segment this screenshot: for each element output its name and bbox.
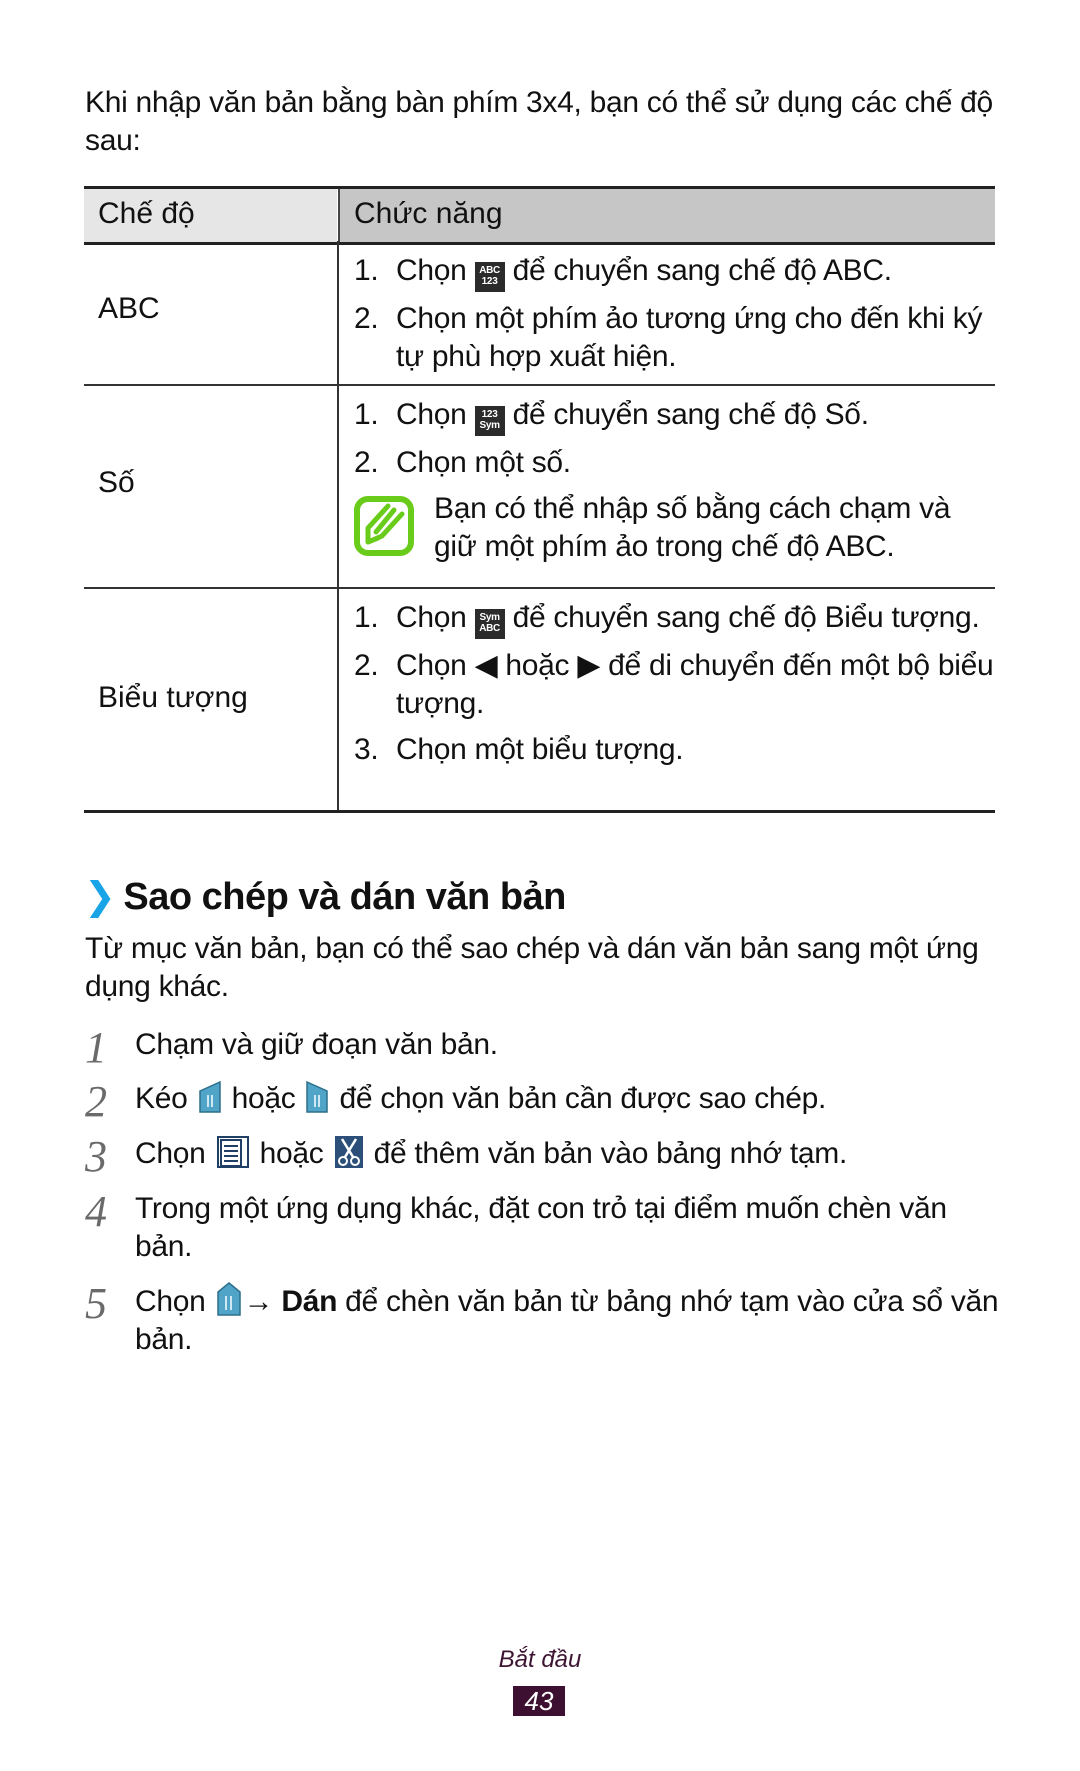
note-text: Bạn có thể nhập số bằng cách chạm và giữ… <box>434 492 951 563</box>
step-number: 5 <box>85 1279 107 1328</box>
list-item: 2. Chọn một số. <box>354 446 571 479</box>
section-title: Sao chép và dán văn bản <box>123 876 566 918</box>
list-item: 1. Chọn Sym ABC để chuyển sang chế độ Biể… <box>354 599 995 639</box>
step-number: 2 <box>85 1077 107 1126</box>
section-intro: Từ mục văn bản, bạn có thể sao chép và d… <box>85 932 979 1003</box>
cut-icon <box>334 1136 363 1168</box>
mode-label: Biểu tượng <box>98 681 248 714</box>
123-sym-key-icon: 123 Sym <box>474 406 505 436</box>
left-arrow-icon: ◀ <box>474 649 498 682</box>
list-item: 2. Chọn ◀ hoặc ▶ để di chuyển đến một bộ… <box>354 649 994 720</box>
list-item: 3. Chọn một biểu tượng. <box>354 733 684 766</box>
chapter-title: Bắt đầu <box>498 1646 582 1673</box>
modes-table: Chế độ Chức năng ABC 1. Chọn ABC 123 để c… <box>84 186 995 813</box>
intro-paragraph: Khi nhập văn bản bằng bàn phím 3x4, bạn … <box>85 86 993 157</box>
section-heading: ❯ Sao chép và dán văn bản <box>84 874 566 919</box>
header-mode: Chế độ <box>98 197 195 230</box>
right-selection-handle-icon <box>306 1081 329 1113</box>
mode-label: Số <box>98 466 135 499</box>
step-number: 1 <box>85 1023 107 1072</box>
copy-icon <box>216 1136 249 1168</box>
list-item: 2. Chọn một phím ảo tương ứng cho đến kh… <box>354 302 983 373</box>
table-header: Chế độ Chức năng <box>84 186 995 245</box>
left-selection-handle-icon <box>198 1081 221 1113</box>
page-number: 43 <box>513 1686 565 1716</box>
abc-123-key-icon: ABC 123 <box>474 262 505 292</box>
header-function: Chức năng <box>354 197 503 230</box>
table-row: Số 1. Chọn 123 Sym để chuyển sang chế độ … <box>84 386 995 589</box>
list-item: 1. Chọn 123 Sym để chuyển sang chế độ Số. <box>354 396 995 436</box>
note-pencil-icon <box>354 496 414 556</box>
table-row: ABC 1. Chọn ABC 123 để chuyển sang chế độ… <box>84 242 995 386</box>
table-row: Biểu tượng 1. Chọn Sym ABC để chuyển sang… <box>84 589 995 813</box>
sym-abc-key-icon: Sym ABC <box>474 609 505 639</box>
chevron-right-icon: ❯ <box>84 876 116 918</box>
mode-label: ABC <box>98 292 160 325</box>
right-arrow-icon: ▶ <box>577 649 601 682</box>
step-number: 4 <box>85 1187 107 1236</box>
arrow-right-icon: → <box>243 1285 274 1318</box>
cursor-handle-icon <box>216 1282 241 1316</box>
paste-label: Dán <box>281 1285 338 1318</box>
note: Bạn có thể nhập số bằng cách chạm và giữ… <box>354 490 995 566</box>
list-item: 1. Chọn ABC 123 để chuyển sang chế độ ABC… <box>354 252 995 292</box>
step-number: 3 <box>85 1132 107 1181</box>
